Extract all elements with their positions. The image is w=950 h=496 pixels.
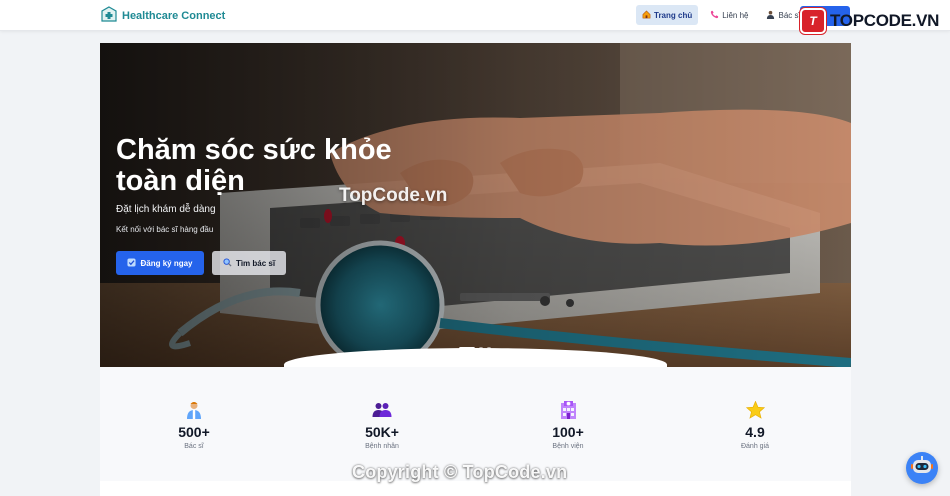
stat-label: Bệnh nhân <box>365 443 399 450</box>
hero-carousel: Chăm sóc sức khỏe toàn diện Đặt lịch khá… <box>100 43 851 367</box>
doctor-icon <box>184 400 204 420</box>
robot-icon <box>911 455 933 481</box>
patients-icon <box>372 400 392 420</box>
watermark-center-text: TopCode.vn <box>339 185 448 206</box>
nav-label-home: Trang chủ <box>654 10 693 20</box>
house-icon <box>642 10 651 21</box>
main-nav: Trang chủ Liên hệ Bác sĩ <box>636 5 807 25</box>
register-now-label: Đăng ký ngay <box>140 258 193 268</box>
stat-label: Bác sĩ <box>184 443 204 450</box>
hero-subtitle: Đặt lịch khám dễ dàng <box>116 204 216 215</box>
find-doctor-button[interactable]: Tìm bác sĩ <box>212 251 286 275</box>
stat-label: Đánh giá <box>740 443 770 450</box>
hero-subtitle-secondary: Kết nối với bác sĩ hàng đầu <box>116 225 214 234</box>
star-icon <box>745 400 765 420</box>
phone-icon <box>710 10 719 21</box>
carousel-dot-3[interactable] <box>487 347 491 350</box>
brand-logo[interactable]: Healthcare Connect <box>101 5 226 27</box>
nav-label-contact: Liên hệ <box>722 10 749 20</box>
topcode-badge-icon: T <box>800 8 826 34</box>
stat-patients: 50K+ Bệnh nhân <box>322 400 442 450</box>
find-doctor-label: Tìm bác sĩ <box>235 258 276 268</box>
next-section-band <box>100 481 851 496</box>
carousel-indicators <box>459 347 491 350</box>
stat-doctors: 500+ Bác sĩ <box>134 400 254 450</box>
nav-item-home[interactable]: Trang chủ <box>636 5 699 25</box>
stat-value: 4.9 <box>745 424 765 440</box>
stat-label: Bệnh viện <box>552 443 584 450</box>
carousel-dot-1[interactable] <box>459 347 475 350</box>
stat-hospitals: 100+ Bệnh viện <box>508 400 628 450</box>
stat-value: 500+ <box>178 424 210 440</box>
nav-item-contact[interactable]: Liên hệ <box>704 5 754 25</box>
nav-label-doctors: Bác sĩ <box>778 10 801 20</box>
watermark-copyright: Copyright © TopCode.vn <box>352 462 568 482</box>
check-icon <box>127 257 137 269</box>
topcode-watermark-logo: T TOPCODE.VN <box>800 8 939 34</box>
carousel-dot-2[interactable] <box>479 347 483 350</box>
stat-value: 100+ <box>552 424 584 440</box>
stat-value: 50K+ <box>365 424 399 440</box>
register-now-button[interactable]: Đăng ký ngay <box>116 251 204 275</box>
chatbot-button[interactable] <box>906 452 938 484</box>
watermark-logo-text: TOPCODE.VN <box>830 11 940 30</box>
hospital-logo-icon <box>101 5 117 27</box>
stat-rating: 4.9 Đánh giá <box>695 400 815 450</box>
search-icon <box>223 257 232 269</box>
brand-name: Healthcare Connect <box>122 10 226 22</box>
hospital-icon <box>558 400 578 420</box>
doctor-icon <box>766 10 775 21</box>
